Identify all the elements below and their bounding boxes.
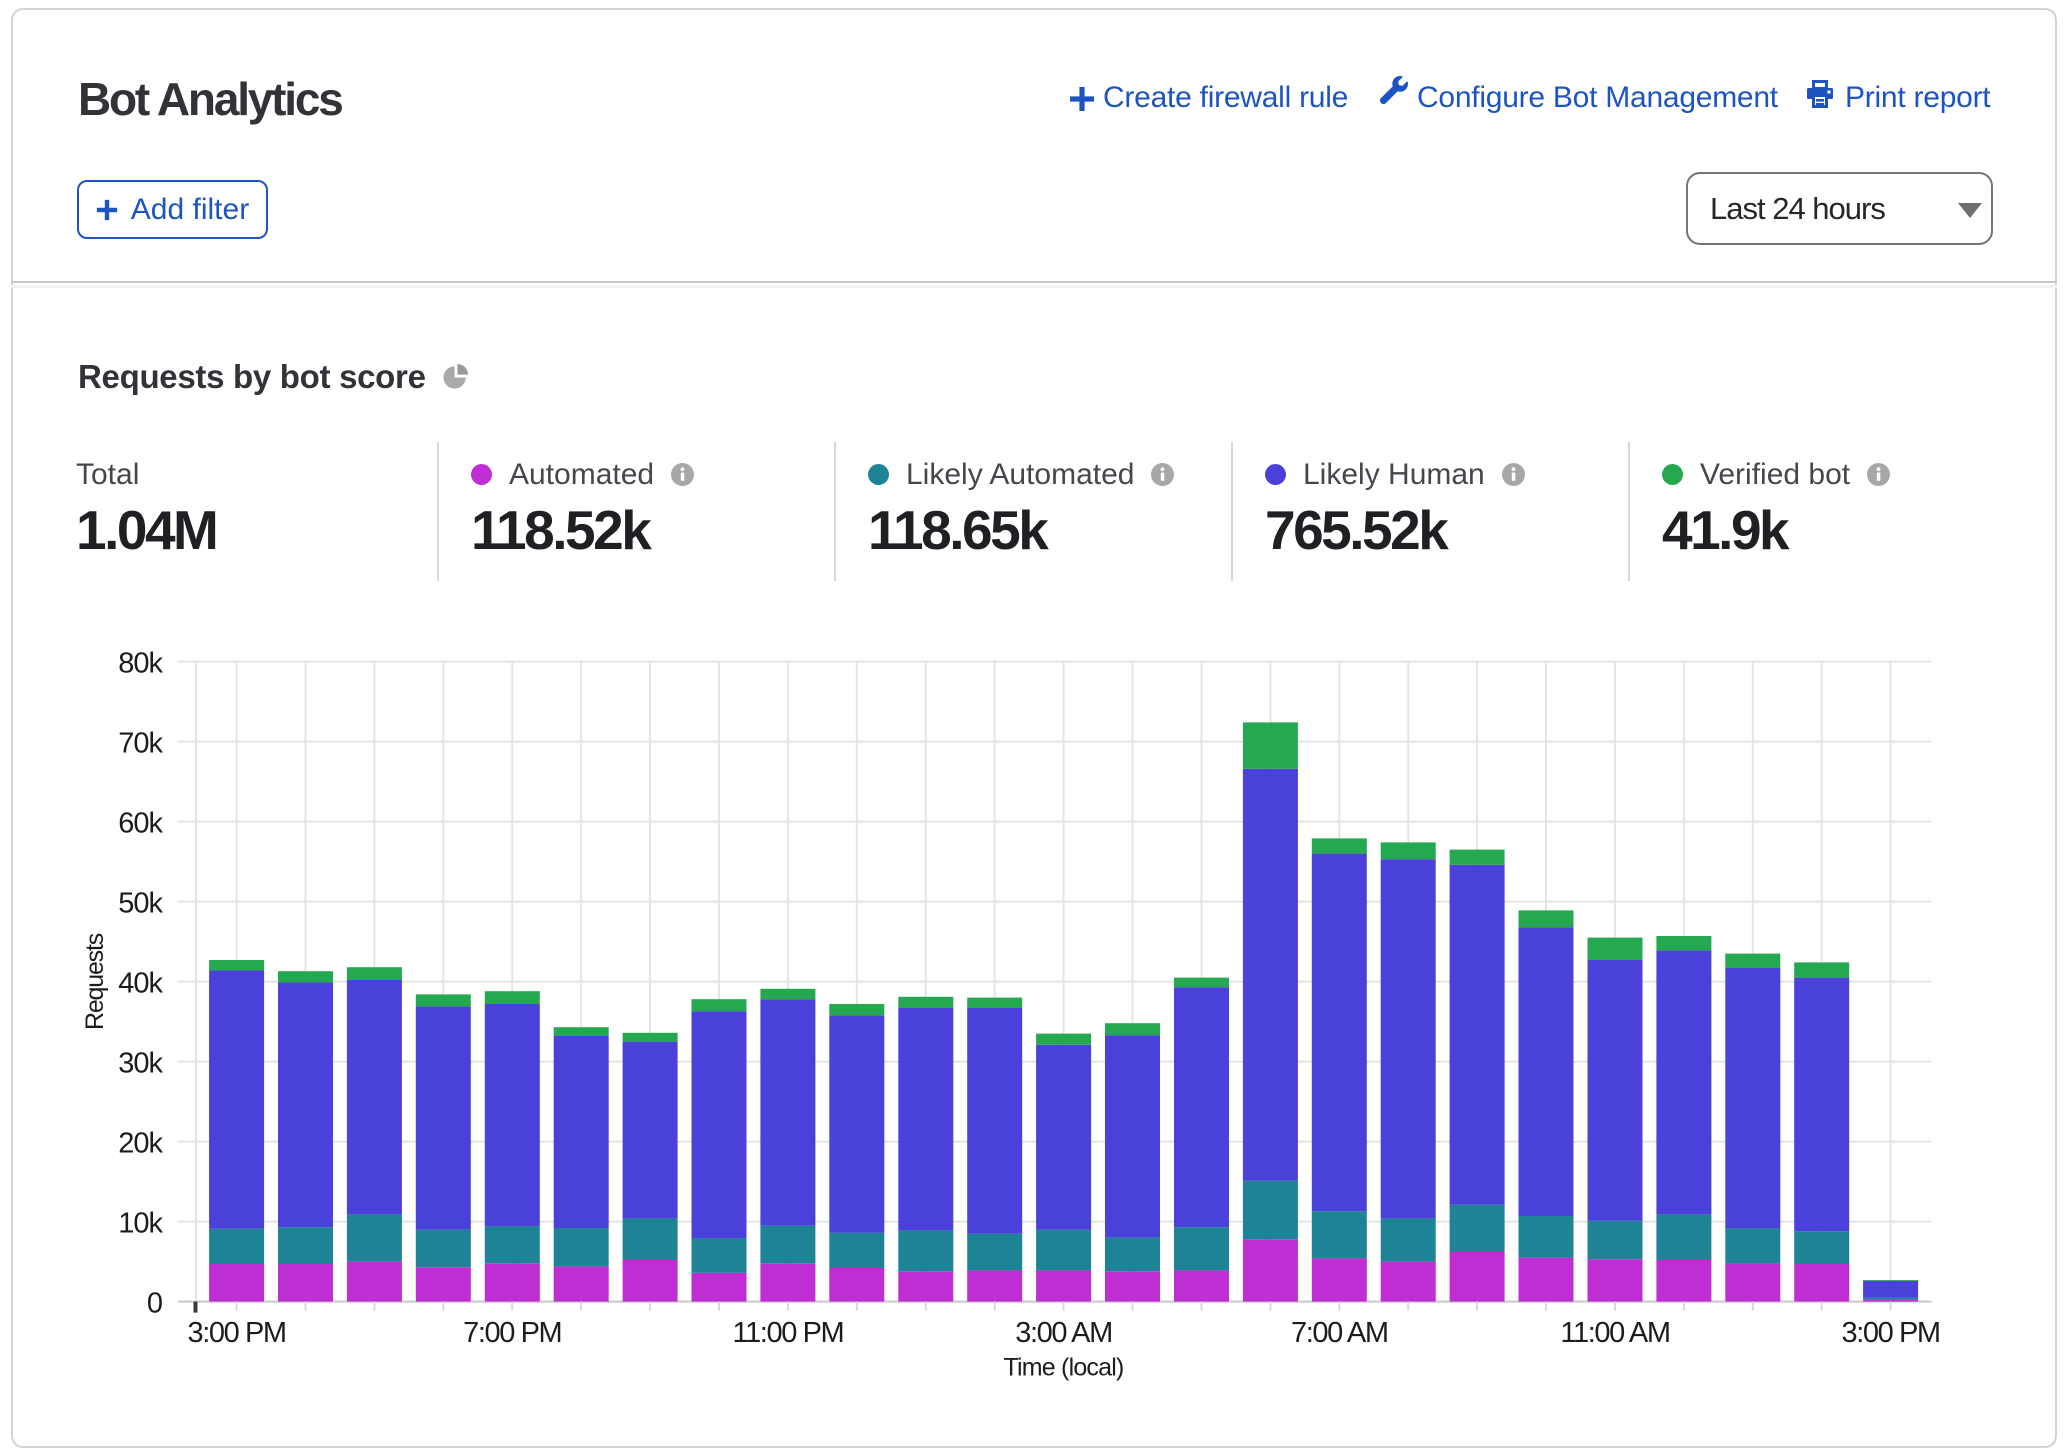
svg-text:7:00 AM: 7:00 AM xyxy=(1291,1317,1388,1349)
svg-text:50k: 50k xyxy=(118,888,163,920)
svg-text:3:00 AM: 3:00 AM xyxy=(1015,1317,1112,1349)
svg-text:Requests: Requests xyxy=(81,933,109,1030)
svg-text:11:00 AM: 11:00 AM xyxy=(1560,1317,1669,1349)
svg-text:3:00 PM: 3:00 PM xyxy=(1841,1317,1939,1349)
svg-text:40k: 40k xyxy=(118,968,163,1000)
svg-text:70k: 70k xyxy=(118,728,163,760)
svg-text:3:00 PM: 3:00 PM xyxy=(187,1317,285,1349)
svg-text:60k: 60k xyxy=(118,808,163,840)
svg-text:7:00 PM: 7:00 PM xyxy=(463,1317,561,1349)
svg-text:20k: 20k xyxy=(118,1128,163,1160)
svg-text:11:00 PM: 11:00 PM xyxy=(733,1317,844,1349)
svg-text:10k: 10k xyxy=(118,1208,163,1240)
svg-text:Time (local): Time (local) xyxy=(1003,1354,1123,1382)
svg-text:30k: 30k xyxy=(118,1048,163,1080)
svg-text:80k: 80k xyxy=(118,648,163,680)
svg-text:0: 0 xyxy=(147,1288,162,1320)
